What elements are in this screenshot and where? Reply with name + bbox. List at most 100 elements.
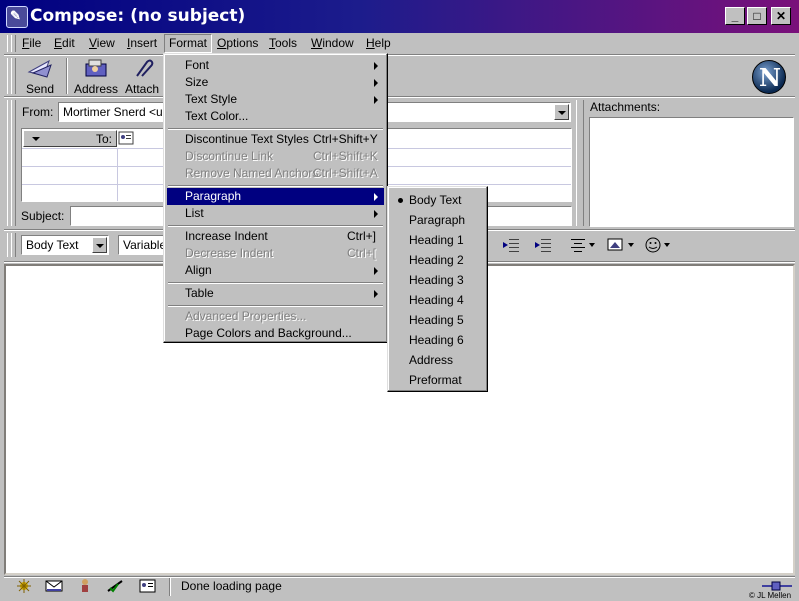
menu-separator <box>168 225 383 227</box>
menu-help[interactable]: Help <box>362 35 395 52</box>
menu-edit[interactable]: Edit <box>50 35 79 52</box>
insert-object-button[interactable] <box>606 236 638 254</box>
netscape-logo: N <box>752 60 786 94</box>
menu-item-decrease-indent: Decrease Indent Ctrl+[ <box>185 246 377 260</box>
title-bar[interactable]: ✎ Compose: (no subject) _ □ ✕ <box>0 0 799 33</box>
submenu-item-paragraph[interactable]: Paragraph <box>391 210 484 230</box>
window-title: Compose: (no subject) <box>30 6 246 26</box>
submenu-item-heading-6[interactable]: Heading 6 <box>391 330 484 350</box>
chevron-down-icon <box>32 137 40 141</box>
menu-item-list[interactable]: List <box>167 205 384 222</box>
address-book-icon <box>83 58 109 78</box>
paragraph-style-dropdown[interactable] <box>92 237 107 253</box>
menu-item-text-color[interactable]: Text Color... <box>167 108 384 125</box>
paperclip-icon <box>129 58 155 78</box>
outdent-icon[interactable] <box>502 237 520 253</box>
address-book-status-icon[interactable] <box>138 578 158 594</box>
submenu-item-body-text[interactable]: Body Text <box>391 190 484 210</box>
submenu-item-preformat[interactable]: Preformat <box>391 370 484 390</box>
maximize-button[interactable]: □ <box>747 7 767 25</box>
subject-label: Subject: <box>21 209 65 223</box>
menu-format[interactable]: Format <box>164 34 213 53</box>
composer-app-icon[interactable]: ✎ <box>6 6 28 28</box>
submenu-arrow-icon <box>374 193 378 201</box>
submenu-item-heading-5[interactable]: Heading 5 <box>391 310 484 330</box>
menu-item-align[interactable]: Align <box>167 262 384 279</box>
recipient-column-divider <box>117 148 118 201</box>
composer-icon[interactable] <box>106 578 126 594</box>
people-icon[interactable] <box>76 578 96 594</box>
paragraph-submenu: Body Text Paragraph Heading 1 Heading 2 … <box>387 186 488 392</box>
submenu-arrow-icon <box>374 62 378 70</box>
submenu-item-heading-2[interactable]: Heading 2 <box>391 250 484 270</box>
recipient-type-header[interactable]: To: <box>23 130 117 147</box>
menu-item-increase-indent[interactable]: Increase Indent Ctrl+] <box>167 228 384 245</box>
menubar-divider <box>4 54 795 56</box>
header-grip-2 <box>11 100 16 226</box>
close-button[interactable]: ✕ <box>771 7 791 25</box>
minimize-icon: _ <box>731 9 739 23</box>
menu-separator <box>168 282 383 284</box>
submenu-item-heading-4[interactable]: Heading 4 <box>391 290 484 310</box>
netscape-logo-letter: N <box>759 63 781 92</box>
menu-item-size[interactable]: Size <box>167 74 384 91</box>
menu-item-remove-named-anchors: Remove Named Anchors Ctrl+Shift+A <box>185 166 378 180</box>
close-icon: ✕ <box>775 9 787 23</box>
menu-file[interactable]: File <box>18 35 45 52</box>
submenu-arrow-icon <box>374 290 378 298</box>
mail-icon[interactable] <box>44 578 64 594</box>
submenu-item-heading-1[interactable]: Heading 1 <box>391 230 484 250</box>
menu-item-discontinue-text-styles[interactable]: Discontinue Text Styles Ctrl+Shift+Y <box>167 131 384 148</box>
toolbar-divider <box>4 96 795 98</box>
menu-separator <box>168 128 383 130</box>
format-toolbar-grip-2 <box>11 233 16 257</box>
align-button[interactable] <box>569 237 599 253</box>
submenu-item-address[interactable]: Address <box>391 350 484 370</box>
menu-separator <box>168 305 383 307</box>
menu-item-text-style[interactable]: Text Style <box>167 91 384 108</box>
minimize-button[interactable]: _ <box>725 7 745 25</box>
font-value: Variable <box>123 238 167 252</box>
from-value: Mortimer Snerd <use <box>63 105 176 119</box>
smiley-button[interactable] <box>644 236 674 254</box>
format-menu: Font Size Text Style Text Color... Disco… <box>163 53 388 343</box>
menu-separator <box>168 185 383 187</box>
submenu-arrow-icon <box>374 79 378 87</box>
paragraph-style-select[interactable]: Body Text <box>21 235 109 255</box>
toolbar-separator <box>66 58 68 94</box>
menu-options[interactable]: Options <box>213 35 262 52</box>
font-select[interactable]: Variable <box>118 235 167 255</box>
maximize-icon: □ <box>753 9 761 23</box>
submenu-item-heading-3[interactable]: Heading 3 <box>391 270 484 290</box>
address-button[interactable]: Address <box>72 58 120 96</box>
menu-view[interactable]: View <box>85 35 119 52</box>
menu-item-discontinue-link: Discontinue Link Ctrl+Shift+K <box>185 149 378 163</box>
navigator-icon[interactable] <box>14 578 34 594</box>
attachments-list[interactable] <box>589 117 794 227</box>
send-icon <box>27 58 53 78</box>
menu-item-page-colors[interactable]: Page Colors and Background... <box>167 325 384 342</box>
menu-item-font[interactable]: Font <box>167 57 384 74</box>
menu-item-paragraph[interactable]: Paragraph <box>167 188 384 205</box>
menu-item-table[interactable]: Table <box>167 285 384 302</box>
credit-text: © JL Mellen <box>749 591 792 600</box>
attach-button[interactable]: Attach <box>122 58 162 96</box>
menu-insert[interactable]: Insert <box>123 35 161 52</box>
menu-tools[interactable]: Tools <box>265 35 301 52</box>
selected-bullet-icon <box>398 198 403 203</box>
indent-icon[interactable] <box>534 237 552 253</box>
paragraph-style-value: Body Text <box>26 238 79 252</box>
submenu-arrow-icon <box>374 96 378 104</box>
submenu-arrow-icon <box>374 267 378 275</box>
menu-item-advanced-properties: Advanced Properties... <box>185 309 307 323</box>
attachments-splitter[interactable] <box>576 100 584 226</box>
address-card-icon <box>118 131 134 145</box>
menu-bar: File Edit View Insert Format Options Too… <box>6 33 793 53</box>
status-text: Done loading page <box>181 579 282 593</box>
attachments-label: Attachments: <box>590 100 661 114</box>
from-dropdown-button[interactable] <box>554 104 569 120</box>
submenu-arrow-icon <box>374 210 378 218</box>
statusbar-separator <box>169 578 171 596</box>
send-button[interactable]: Send <box>16 58 64 96</box>
menu-window[interactable]: Window <box>307 35 358 52</box>
